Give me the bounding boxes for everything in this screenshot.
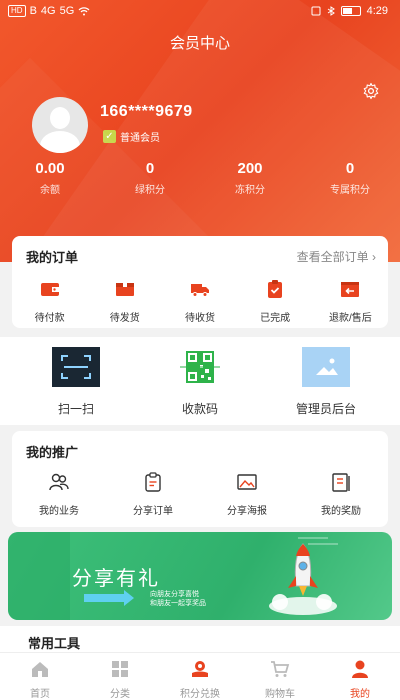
promotion-label: 分享海报 [227,506,267,517]
admin-backend-button[interactable]: 管理员后台 [266,347,386,417]
share-gift-banner[interactable]: 分享有礼 向朋友分享喜悦 和朋友一起享奖品 [8,532,392,620]
tab-label: 购物车 [265,689,295,700]
share-order-button[interactable]: 分享订单 [106,471,200,517]
promotion-card: 我的推广 我的业务 分享订单 分享海报 我的奖励 [12,431,388,527]
wifi-icon [78,7,90,16]
profile-header: HD B 4G 5G 4:29 会员中心 166****9679 ✓ 普通会员 … [0,0,400,262]
stat-label: 绿积分 [135,185,165,196]
home-icon [32,662,48,677]
tab-label: 首页 [30,689,50,700]
quick-tool-label: 管理员后台 [295,402,356,416]
member-level-label: 普通会员 [120,133,160,144]
order-refund[interactable]: 退款/售后 [313,278,388,324]
exchange-icon [192,661,208,677]
tab-label: 分类 [110,689,130,700]
order-label: 待发货 [109,313,140,324]
stat-value: 200 [237,160,263,177]
status-bar: HD B 4G 5G 4:29 [0,0,400,24]
status-b: B [29,5,37,17]
share-poster-button[interactable]: 分享海报 [200,471,294,517]
stat-value: 0.00 [35,160,65,177]
tab-category[interactable]: 分类 [80,653,160,700]
battery-icon [340,6,361,16]
quick-tool-label: 收款码 [181,402,218,416]
promotion-title: 我的推广 [26,445,79,460]
check-icon: ✓ [103,130,116,143]
status-hd: HD [8,5,26,17]
orders-title: 我的订单 [26,250,79,265]
gear-icon[interactable] [362,82,380,100]
nfc-icon [311,6,321,16]
stat-label: 冻积分 [235,185,265,196]
rocket-icon [269,543,337,615]
user-icon [352,660,368,678]
refund-icon [341,282,360,297]
avatar[interactable] [32,97,88,153]
promotion-label: 我的奖励 [321,506,361,517]
stat-balance[interactable]: 0.00 余额 [0,160,100,196]
order-completed[interactable]: 已完成 [238,278,313,324]
qrcode-icon [176,347,224,387]
stat-frozen-points[interactable]: 200 冻积分 [200,160,300,196]
common-tools-header: 常用工具 [0,626,400,652]
order-pending-shipment[interactable]: 待发货 [87,278,162,324]
bluetooth-icon [327,6,335,16]
cart-icon [271,661,290,677]
poster-icon [237,474,257,490]
status-4g: 4G [40,5,56,17]
stat-label: 专属积分 [330,185,370,196]
stat-green-points[interactable]: 0 绿积分 [100,160,200,196]
stat-exclusive-points[interactable]: 0 专属积分 [300,160,400,196]
status-5g: 5G [59,5,75,17]
banner-subtitle: 向朋友分享喜悦 和朋友一起享奖品 [150,590,206,608]
stat-value: 0 [145,160,155,177]
stat-value: 0 [345,160,355,177]
my-rewards-button[interactable]: 我的奖励 [294,471,388,517]
tab-label: 积分兑换 [180,689,220,700]
reward-icon [332,473,350,492]
banner-subline: 和朋友一起享奖品 [150,600,206,607]
image-placeholder-icon [302,347,350,387]
scan-button[interactable]: 扫一扫 [16,347,136,417]
banner-headline: 分享有礼 [72,568,160,590]
page-title: 会员中心 [169,35,230,52]
account-stats: 0.00 余额 0 绿积分 200 冻积分 0 专属积分 [0,160,400,196]
order-label: 已完成 [260,313,291,324]
order-label: 待收货 [184,313,215,324]
bottom-tabbar: 首页 分类 积分兑换 购物车 我的 [0,652,400,700]
order-label: 待付款 [34,313,65,324]
status-time: 4:29 [366,5,388,17]
tab-cart[interactable]: 购物车 [240,653,320,700]
order-pending-receipt[interactable]: 待收货 [162,278,237,324]
scan-icon [52,347,100,387]
users-icon [49,473,69,491]
quick-tools: 扫一扫 收款码 管理员后台 [0,337,400,425]
tab-label: 我的 [350,689,370,700]
clipboard-check-icon [268,280,283,298]
order-label: 退款/售后 [328,313,372,324]
orders-card: 我的订单 查看全部订单 › 待付款 待发货 待收货 已完成 退款/售后 [12,236,388,328]
truck-icon [190,284,209,297]
wallet-icon [40,283,59,296]
my-business-button[interactable]: 我的业务 [12,471,106,517]
user-phone: 166****9679 [100,103,193,120]
tab-points-exchange[interactable]: 积分兑换 [160,653,240,700]
promotion-label: 我的业务 [39,506,79,517]
order-icon [145,472,161,492]
tab-home[interactable]: 首页 [0,653,80,700]
common-tools-title: 常用工具 [28,636,81,651]
member-level: ✓ 普通会员 [103,129,160,144]
box-icon [115,283,134,296]
order-pending-payment[interactable]: 待付款 [12,278,87,324]
view-all-orders-link[interactable]: 查看全部订单 › [297,248,376,265]
payment-code-button[interactable]: 收款码 [140,347,260,417]
stat-label: 余额 [40,185,60,196]
banner-subline: 向朋友分享喜悦 [150,591,199,598]
category-icon [112,661,128,677]
tab-mine[interactable]: 我的 [320,653,400,700]
promotion-label: 分享订单 [133,506,173,517]
quick-tool-label: 扫一扫 [57,402,94,416]
